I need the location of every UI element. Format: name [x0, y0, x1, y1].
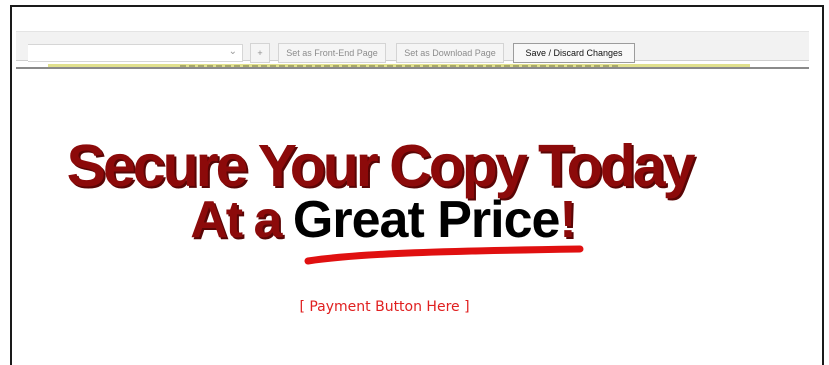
headline-line-2-suffix: ! [559, 191, 576, 249]
headline-emphasis: Great Price [292, 191, 560, 249]
red-swoosh-underline-icon [304, 245, 584, 265]
payment-button-placeholder[interactable]: [ Payment Button Here ] [0, 299, 799, 315]
toolbar-divider [16, 67, 809, 69]
page-select[interactable]: ⌄ [28, 44, 243, 62]
set-front-end-page-button[interactable]: Set as Front-End Page [278, 43, 386, 63]
add-page-button[interactable]: + [250, 43, 270, 63]
set-download-page-button[interactable]: Set as Download Page [396, 43, 504, 63]
chevron-down-icon[interactable]: ⌄ [229, 46, 237, 57]
headline-line-2-prefix: At a [190, 191, 293, 249]
headline-line-2: At a Great Price! [0, 190, 797, 250]
save-discard-changes-button[interactable]: Save / Discard Changes [513, 43, 635, 63]
